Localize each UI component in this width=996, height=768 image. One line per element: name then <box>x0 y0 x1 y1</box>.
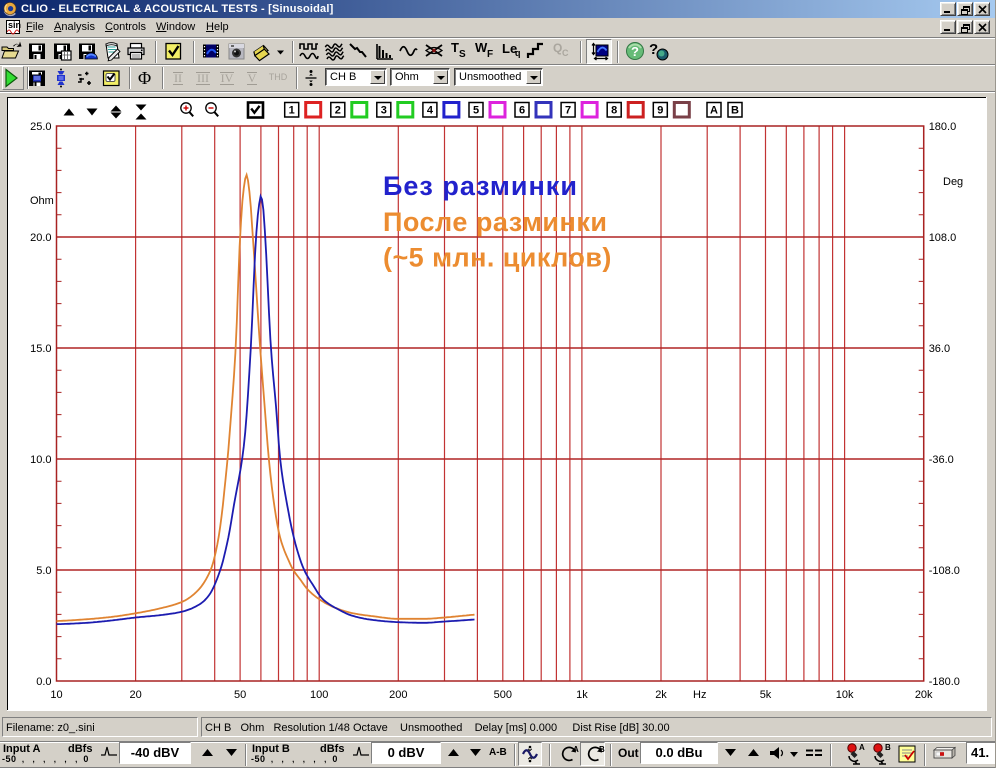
svg-text:36.0: 36.0 <box>929 343 950 355</box>
svg-text:?: ? <box>631 44 639 59</box>
svg-text:15.0: 15.0 <box>30 343 51 355</box>
svg-text:2: 2 <box>335 105 341 117</box>
svg-text:500: 500 <box>494 689 512 701</box>
svg-text:10k: 10k <box>836 689 854 701</box>
svg-text:5: 5 <box>473 105 479 117</box>
svg-text:F: F <box>487 49 493 60</box>
svg-text:q: q <box>515 48 521 58</box>
svg-text:25.0: 25.0 <box>30 121 51 133</box>
svg-text:A: A <box>859 743 865 752</box>
svg-text:5k: 5k <box>760 689 772 701</box>
svg-text:20: 20 <box>129 689 141 701</box>
svg-text:8: 8 <box>611 105 617 117</box>
svg-text:5.0: 5.0 <box>36 565 51 577</box>
svg-text:4: 4 <box>427 105 434 117</box>
svg-text:T: T <box>451 40 459 55</box>
svg-text:3: 3 <box>381 105 387 117</box>
svg-text:7: 7 <box>565 105 571 117</box>
svg-text:B: B <box>731 105 739 117</box>
svg-text:B: B <box>599 745 605 754</box>
svg-text:Φ: Φ <box>138 68 151 88</box>
svg-text:-180.0: -180.0 <box>929 676 960 688</box>
svg-text:-108.0: -108.0 <box>929 565 960 577</box>
svg-text:Q: Q <box>553 41 562 55</box>
svg-text:-36.0: -36.0 <box>929 454 954 466</box>
svg-text:B: B <box>885 743 891 752</box>
svg-text:9: 9 <box>657 105 663 117</box>
svg-text:108.0: 108.0 <box>929 232 957 244</box>
svg-text:100: 100 <box>310 689 328 701</box>
svg-text:180.0: 180.0 <box>929 121 957 133</box>
svg-text:Deg: Deg <box>943 176 963 188</box>
svg-text:200: 200 <box>389 689 407 701</box>
svg-text:A: A <box>710 105 718 117</box>
svg-text:0.0: 0.0 <box>36 676 51 688</box>
svg-text:10.0: 10.0 <box>30 454 51 466</box>
svg-text:10: 10 <box>50 689 62 701</box>
svg-text:Без разминки: Без разминки <box>383 171 578 201</box>
svg-text:A: A <box>573 745 579 754</box>
svg-text:Hz: Hz <box>693 689 706 701</box>
svg-text:1k: 1k <box>576 689 588 701</box>
svg-text:C: C <box>562 48 569 58</box>
svg-text:2k: 2k <box>655 689 667 701</box>
svg-text:6: 6 <box>519 105 525 117</box>
svg-text:20k: 20k <box>915 689 933 701</box>
svg-text:50: 50 <box>234 689 246 701</box>
svg-text:(~5 млн. циклов): (~5 млн. циклов) <box>383 243 612 273</box>
svg-text:S: S <box>459 49 466 60</box>
svg-text:Ohm: Ohm <box>30 195 54 207</box>
svg-text:После разминки: После разминки <box>383 207 607 237</box>
svg-text:1: 1 <box>289 105 295 117</box>
svg-text:20.0: 20.0 <box>30 232 51 244</box>
